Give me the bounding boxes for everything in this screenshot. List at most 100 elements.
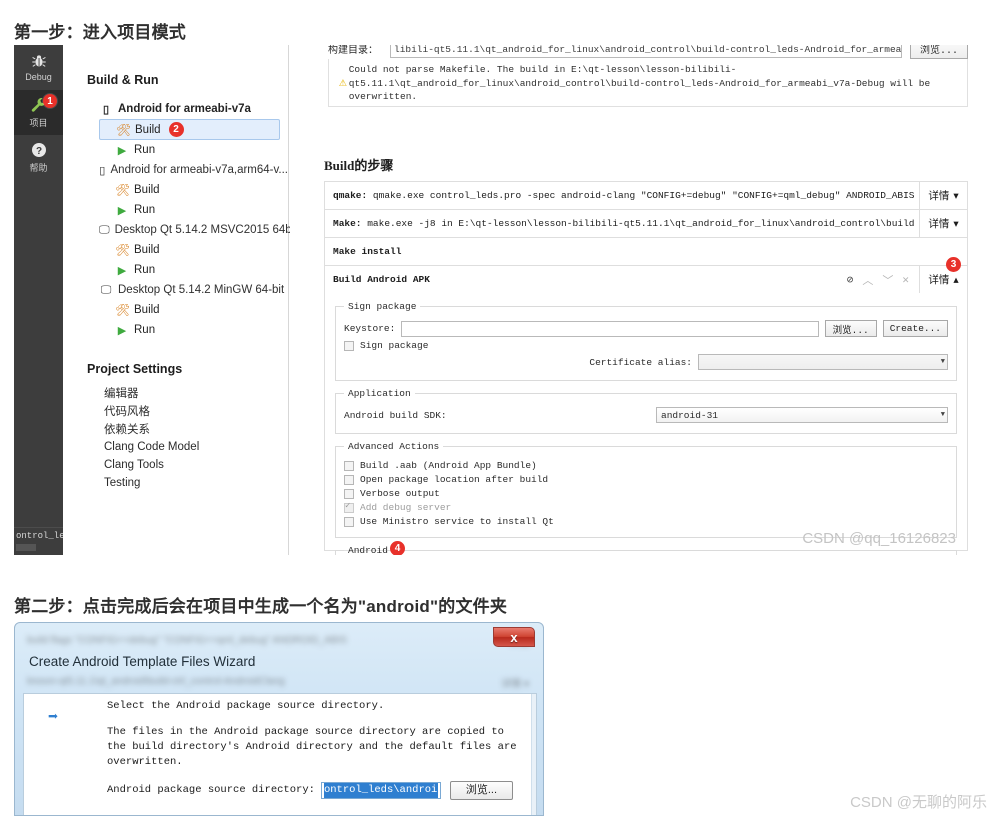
checkbox-icon[interactable] — [344, 460, 354, 471]
mode-item-projects[interactable]: 项目 1 — [14, 90, 63, 135]
tree-kit-android-multi[interactable]: ▯ Android for armeabi-v7a,arm64-v... — [63, 160, 288, 180]
advanced-actions-group-label: Advanced Actions — [348, 441, 440, 452]
badge-1: 1 — [43, 94, 57, 108]
close-icon[interactable]: x — [493, 627, 535, 647]
tree-label: Android for armeabi-v7a,arm64-v... — [110, 164, 288, 176]
android-sdk-select[interactable]: android-31 ▼ — [656, 407, 948, 423]
settings-item-dependencies[interactable]: 依赖关系 — [63, 420, 288, 438]
move-up-icon[interactable]: ︿ — [862, 272, 873, 288]
settings-item-code-style[interactable]: 代码风格 — [63, 402, 288, 420]
option-build-aab[interactable]: Build .aab (Android App Bundle) — [344, 460, 948, 471]
tree-kit-desktop-msvc[interactable]: 🖵 Desktop Qt 5.14.2 MSVC2015 64bit — [63, 220, 297, 240]
disable-icon[interactable]: ⊘ — [847, 273, 854, 287]
tree-label: Build — [134, 304, 160, 316]
mode-label-debug: Debug — [25, 72, 52, 82]
project-settings-title: Project Settings — [87, 362, 183, 376]
active-project-label[interactable]: ontrol_leds — [14, 527, 63, 555]
build-step-name: qmake: — [333, 190, 368, 201]
checkbox-icon[interactable] — [344, 474, 354, 485]
source-directory-browse-button[interactable]: 浏览... — [449, 781, 513, 800]
build-directory-row: 构建目录： libili-qt5.11.1\qt_android_for_lin… — [328, 45, 968, 60]
phone-icon: ▯ — [102, 103, 110, 116]
build-step-command: make.exe -j8 in E:\qt-lesson\lesson-bili… — [367, 218, 915, 229]
option-verbose-output[interactable]: Verbose output — [344, 488, 948, 499]
tree-item-run-2[interactable]: ▶ Run — [63, 200, 288, 220]
tree-label: Desktop Qt 5.14.2 MinGW 64-bit — [118, 284, 285, 296]
details-label: 详情 — [928, 218, 950, 230]
hammer-icon: 🛠 — [116, 122, 132, 137]
checkbox-checked-icon — [344, 501, 354, 513]
mode-item-debug[interactable]: Debug — [14, 45, 63, 90]
build-directory-input[interactable]: libili-qt5.11.1\qt_android_for_linux\and… — [390, 45, 902, 58]
chevron-down-icon: ▼ — [940, 411, 945, 419]
tree-item-run-1[interactable]: ▶ Run — [63, 140, 288, 160]
badge-2: 2 — [168, 122, 184, 137]
build-step-details-button-make[interactable]: 详情 ▾ — [919, 210, 967, 237]
badge-3: 3 — [946, 257, 961, 272]
android-group-text: Android — [348, 545, 388, 555]
option-open-package-location[interactable]: Open package location after build — [344, 474, 948, 485]
checkbox-icon[interactable] — [344, 340, 354, 351]
build-directory-browse-button[interactable]: 浏览... — [910, 45, 968, 59]
tree-kit-desktop-mingw[interactable]: 🖵 Desktop Qt 5.14.2 MinGW 64-bit — [63, 280, 288, 300]
build-step-qmake[interactable]: qmake: qmake.exe control_leds.pro -spec … — [324, 181, 968, 209]
settings-item-testing[interactable]: Testing — [63, 474, 288, 492]
certificate-alias-row: Certificate alias: ▼ — [344, 354, 948, 370]
sign-package-checkbox-label: Sign package — [360, 340, 429, 351]
tree-label: Android for armeabi-v7a — [118, 103, 251, 115]
checkbox-icon[interactable] — [344, 488, 354, 499]
certificate-alias-label: Certificate alias: — [589, 356, 692, 368]
tree-item-build-2[interactable]: 🛠 Build — [63, 180, 288, 200]
dialog-scrollbar[interactable] — [531, 694, 536, 815]
tree-item-build-3[interactable]: 🛠 Build — [63, 240, 288, 260]
hammer-icon: 🛠 — [115, 303, 131, 317]
android-sdk-row: Android build SDK: android-31 ▼ — [344, 407, 948, 423]
advanced-actions-group: Advanced Actions Build .aab (Android App… — [335, 441, 957, 538]
desktop-icon: 🖵 — [99, 223, 110, 236]
warning-text: Could not parse Makefile. The build in E… — [348, 64, 931, 102]
option-add-debug-server: Add debug server — [344, 501, 948, 513]
chevron-down-icon: ▼ — [940, 358, 945, 366]
keystore-create-button[interactable]: Create... — [882, 320, 948, 337]
keystore-browse-button[interactable]: 浏览... — [824, 320, 877, 337]
build-step-details-button-apk[interactable]: 3 详情 ▴ — [919, 257, 967, 293]
build-step-make-install[interactable]: Make install — [324, 237, 968, 265]
build-step-text: qmake: qmake.exe control_leds.pro -spec … — [325, 184, 919, 207]
settings-item-clang-code-model[interactable]: Clang Code Model — [63, 438, 288, 456]
settings-item-clang-tools[interactable]: Clang Tools — [63, 456, 288, 474]
option-use-ministro[interactable]: Use Ministro service to install Qt — [344, 516, 948, 527]
build-step-make[interactable]: Make: make.exe -j8 in E:\qt-lesson\lesso… — [324, 209, 968, 237]
build-step-android-apk[interactable]: Build Android APK ⊘ ︿ ﹀ ✕ 3 详情 ▴ — [324, 257, 968, 294]
project-stub-bar — [16, 544, 36, 551]
project-settings-list: 编辑器 代码风格 依赖关系 Clang Code Model Clang Too… — [63, 376, 288, 492]
sign-package-checkbox-row[interactable]: Sign package — [344, 340, 948, 351]
application-group: Application Android build SDK: android-3… — [335, 388, 957, 434]
source-directory-input[interactable]: ontrol_leds\android — [320, 782, 441, 799]
tree-item-run-4[interactable]: ▶ Run — [63, 320, 288, 340]
build-step-text: Build Android APK — [325, 268, 847, 291]
question-icon: ? — [31, 142, 47, 160]
active-project-name: ontrol_leds — [16, 531, 63, 541]
step-1-heading: 第一步：进入项目模式 — [14, 23, 186, 42]
tree-item-run-3[interactable]: ▶ Run — [63, 260, 288, 280]
move-down-icon[interactable]: ﹀ — [882, 272, 893, 288]
play-icon: ▶ — [117, 204, 127, 217]
option-label: Open package location after build — [360, 474, 549, 485]
source-directory-label: Android package source directory: — [107, 784, 315, 796]
build-step-details-button-qmake[interactable]: 详情 ▾ — [919, 182, 967, 209]
tree-item-build-selected[interactable]: 🛠 Build 2 — [99, 119, 280, 140]
keystore-input[interactable] — [401, 320, 819, 337]
settings-item-editor[interactable]: 编辑器 — [63, 384, 288, 402]
warning-icon: ⚠ — [338, 75, 347, 90]
android-group: Android 4 Create Templates — [335, 541, 957, 555]
hammer-icon: 🛠 — [115, 243, 131, 257]
tree-item-build-4[interactable]: 🛠 Build — [63, 300, 288, 320]
tree-kit-android-v7a[interactable]: ▯ Android for armeabi-v7a — [63, 99, 288, 119]
mode-item-help[interactable]: ? 帮助 — [14, 135, 63, 180]
option-label: Verbose output — [360, 488, 440, 499]
checkbox-icon[interactable] — [344, 516, 354, 527]
kits-tree: ▯ Android for armeabi-v7a 🛠 Build 2 ▶ Ru… — [63, 87, 297, 340]
details-label: 详情 — [928, 274, 950, 286]
certificate-alias-select[interactable]: ▼ — [698, 354, 948, 370]
remove-icon[interactable]: ✕ — [902, 273, 909, 287]
